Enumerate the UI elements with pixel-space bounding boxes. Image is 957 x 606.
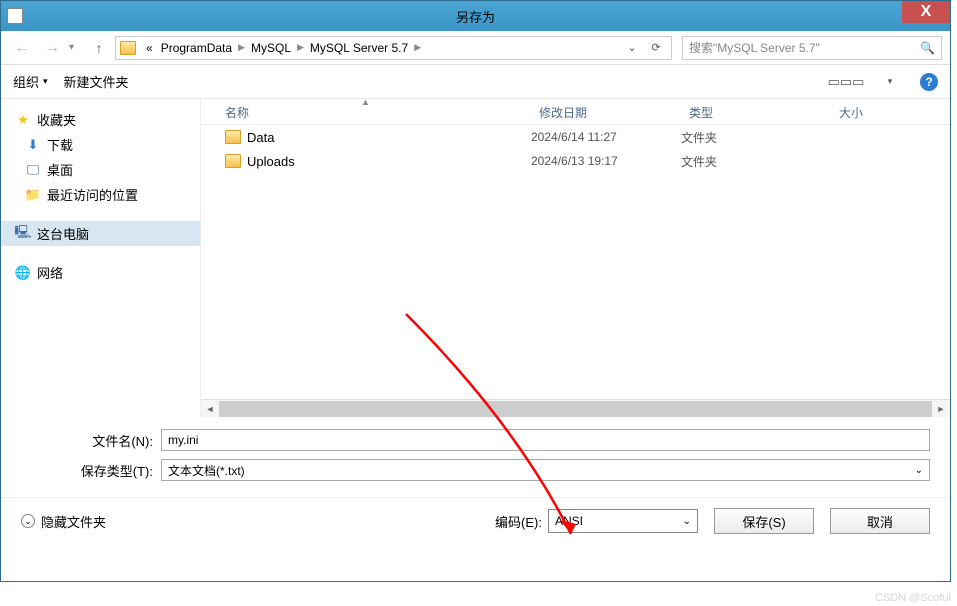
breadcrumb-item[interactable]: MySQL Server 5.7: [306, 41, 412, 55]
file-list: Data 2024/6/14 11:27 文件夹 Uploads 2024/6/…: [201, 125, 950, 399]
desktop-icon: 🖵: [25, 162, 41, 178]
sidebar-downloads[interactable]: ⬇ 下载: [1, 132, 200, 157]
titlebar: 另存为 X: [1, 1, 950, 31]
navigation-bar: ← → ▾ ↑ « ProgramData ▶ MySQL ▶ MySQL Se…: [1, 31, 950, 65]
sort-indicator-icon: ▲: [361, 97, 370, 107]
column-size[interactable]: 大小: [831, 99, 950, 124]
scroll-left-button[interactable]: ◄: [201, 401, 219, 417]
hide-folders-toggle[interactable]: ⌄ 隐藏文件夹: [21, 512, 106, 531]
star-icon: ★: [15, 112, 31, 128]
cancel-button[interactable]: 取消: [830, 508, 930, 534]
new-folder-button[interactable]: 新建文件夹: [64, 72, 129, 91]
save-button[interactable]: 保存(S): [714, 508, 814, 534]
horizontal-scrollbar[interactable]: ◄ ►: [201, 399, 950, 417]
sidebar-this-pc[interactable]: 🖳 这台电脑: [1, 221, 200, 246]
breadcrumb-prefix: «: [142, 41, 157, 55]
filename-label: 文件名(N):: [21, 431, 161, 450]
file-row[interactable]: Uploads 2024/6/13 19:17 文件夹: [201, 149, 950, 173]
folder-icon: [225, 154, 241, 168]
column-type[interactable]: 类型: [681, 99, 831, 124]
chevron-down-icon: ⌄: [21, 514, 35, 528]
encoding-select[interactable]: ANSI ⌄: [548, 509, 698, 533]
scroll-thumb[interactable]: [219, 401, 932, 417]
view-options-button[interactable]: ▭▭▭: [832, 72, 860, 92]
download-icon: ⬇: [25, 137, 41, 153]
close-button[interactable]: X: [902, 1, 950, 23]
save-as-dialog: 另存为 X ← → ▾ ↑ « ProgramData ▶ MySQL ▶ My…: [0, 0, 951, 582]
view-dropdown[interactable]: ▾: [876, 72, 904, 92]
search-input[interactable]: 搜索"MySQL Server 5.7" 🔍: [682, 36, 942, 60]
search-icon: 🔍: [920, 41, 935, 55]
column-date[interactable]: 修改日期: [531, 99, 681, 124]
up-button[interactable]: ↑: [87, 36, 111, 60]
chevron-down-icon: ⌄: [683, 516, 691, 527]
chevron-right-icon: ▶: [295, 42, 306, 53]
sidebar-recent[interactable]: 📁 最近访问的位置: [1, 182, 200, 207]
address-dropdown[interactable]: ⌄: [621, 38, 643, 58]
address-bar[interactable]: « ProgramData ▶ MySQL ▶ MySQL Server 5.7…: [115, 36, 672, 60]
filetype-select[interactable]: 文本文档(*.txt) ⌄: [161, 459, 930, 481]
help-button[interactable]: ?: [920, 73, 938, 91]
forward-button[interactable]: →: [39, 35, 65, 61]
back-button[interactable]: ←: [9, 35, 35, 61]
sidebar-desktop[interactable]: 🖵 桌面: [1, 157, 200, 182]
chevron-right-icon: ▶: [236, 42, 247, 53]
refresh-button[interactable]: ⟳: [645, 38, 667, 58]
toolbar: 组织▾ 新建文件夹 ▭▭▭ ▾ ?: [1, 65, 950, 99]
watermark: CSDN @Scoful: [875, 592, 951, 604]
breadcrumb-item[interactable]: MySQL: [247, 41, 295, 55]
sidebar-favorites-header[interactable]: ★ 收藏夹: [1, 107, 200, 132]
organize-menu[interactable]: 组织▾: [13, 72, 48, 91]
encoding-label: 编码(E):: [495, 512, 542, 531]
bottom-bar: ⌄ 隐藏文件夹 编码(E): ANSI ⌄ 保存(S) 取消: [1, 497, 950, 548]
chevron-right-icon: ▶: [412, 42, 423, 53]
filename-input[interactable]: [161, 429, 930, 451]
folder-icon: [120, 41, 136, 55]
sidebar: ★ 收藏夹 ⬇ 下载 🖵 桌面 📁 最近访问的位置 🖳: [1, 99, 201, 417]
window-title: 另存为: [456, 7, 495, 26]
file-row[interactable]: Data 2024/6/14 11:27 文件夹: [201, 125, 950, 149]
sidebar-network[interactable]: 🌐 网络: [1, 260, 200, 285]
history-dropdown[interactable]: ▾: [69, 42, 83, 53]
file-area: 名称 ▲ 修改日期 类型 大小 Data 2024/6/14 11:27 文件夹…: [201, 99, 950, 417]
save-form: 文件名(N): 保存类型(T): 文本文档(*.txt) ⌄: [1, 417, 950, 497]
network-icon: 🌐: [15, 265, 31, 281]
computer-icon: 🖳: [15, 226, 31, 242]
chevron-down-icon: ⌄: [915, 465, 923, 476]
column-name[interactable]: 名称 ▲: [201, 99, 531, 124]
recent-icon: 📁: [25, 187, 41, 203]
filetype-label: 保存类型(T):: [21, 461, 161, 480]
column-headers: 名称 ▲ 修改日期 类型 大小: [201, 99, 950, 125]
search-placeholder: 搜索"MySQL Server 5.7": [689, 39, 920, 56]
app-icon: [7, 8, 23, 24]
scroll-right-button[interactable]: ►: [932, 401, 950, 417]
breadcrumb-item[interactable]: ProgramData: [157, 41, 236, 55]
body-area: ★ 收藏夹 ⬇ 下载 🖵 桌面 📁 最近访问的位置 🖳: [1, 99, 950, 417]
scroll-track[interactable]: [219, 401, 932, 417]
folder-icon: [225, 130, 241, 144]
